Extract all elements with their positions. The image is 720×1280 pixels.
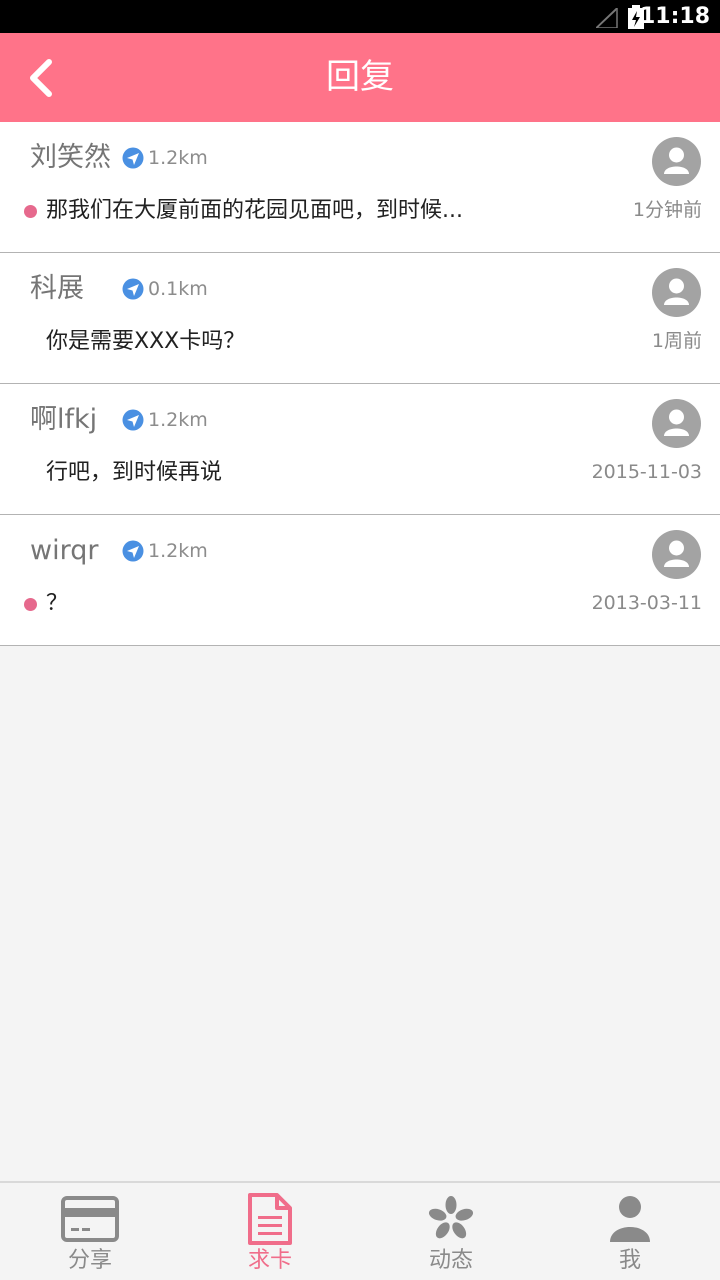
location-icon (122, 278, 144, 300)
distance: 1.2km (122, 408, 208, 432)
location-icon (122, 540, 144, 562)
person-icon (664, 278, 689, 305)
sender-name: 科展 (30, 273, 84, 304)
tab-label: 我 (618, 1248, 641, 1273)
message-preview: 你是需要XXX卡吗？ (46, 329, 246, 354)
person-icon (664, 540, 689, 567)
tab-request-card[interactable]: 求卡 (180, 1183, 360, 1280)
card-icon (61, 1196, 119, 1242)
status-bar: 11:18 (0, 0, 720, 33)
reply-list: 刘笑然 1.2km 那我们在大厦前面的花园见面吧，到时候... 1分钟前 科展 … (0, 122, 720, 646)
person-icon (664, 409, 689, 436)
timestamp: 1分钟前 (632, 199, 702, 221)
distance-label: 0.1km (148, 278, 208, 300)
tab-label: 动态 (428, 1248, 473, 1273)
sender-name: 刘笑然 (30, 142, 111, 173)
timestamp: 2015-11-03 (591, 461, 702, 483)
avatar[interactable] (652, 530, 701, 579)
avatar[interactable] (652, 137, 701, 186)
document-icon (248, 1193, 292, 1245)
distance-label: 1.2km (148, 409, 208, 431)
status-time: 11:18 (639, 4, 710, 29)
message-preview: ？ (46, 591, 69, 616)
tab-activity[interactable]: 动态 (361, 1183, 541, 1280)
bottom-tab-bar: 分享 求卡 动态 我 (0, 1181, 720, 1280)
unread-dot (24, 598, 37, 611)
avatar[interactable] (652, 399, 701, 448)
signal-icon (596, 8, 618, 28)
tab-share[interactable]: 分享 (0, 1183, 180, 1280)
unread-dot (24, 205, 37, 218)
avatar[interactable] (652, 268, 701, 317)
page-title: 回复 (326, 57, 394, 97)
tab-label: 分享 (67, 1248, 112, 1273)
timestamp: 1周前 (651, 330, 702, 352)
distance: 1.2km (122, 539, 208, 563)
person-icon (610, 1196, 650, 1242)
pinwheel-icon (428, 1196, 474, 1239)
app-header: 回复 (0, 33, 720, 122)
reply-item[interactable]: wirqr 1.2km ？ 2013-03-11 (0, 515, 720, 646)
person-icon (664, 147, 689, 174)
distance: 1.2km (122, 146, 208, 170)
tab-label: 求卡 (247, 1248, 292, 1273)
reply-item[interactable]: 啊lfkj 1.2km 行吧，到时候再说 2015-11-03 (0, 384, 720, 515)
distance: 0.1km (122, 277, 208, 301)
sender-name: 啊lfkj (30, 404, 98, 435)
location-icon (122, 409, 144, 431)
timestamp: 2013-03-11 (591, 592, 702, 614)
distance-label: 1.2km (148, 147, 208, 169)
tab-me[interactable]: 我 (540, 1183, 720, 1280)
sender-name: wirqr (30, 535, 99, 566)
message-preview: 行吧，到时候再说 (46, 460, 223, 485)
location-icon (122, 147, 144, 169)
message-preview: 那我们在大厦前面的花园见面吧，到时候... (46, 198, 463, 223)
reply-item[interactable]: 刘笑然 1.2km 那我们在大厦前面的花园见面吧，到时候... 1分钟前 (0, 122, 720, 253)
reply-item[interactable]: 科展 0.1km 你是需要XXX卡吗？ 1周前 (0, 253, 720, 384)
distance-label: 1.2km (148, 540, 208, 562)
